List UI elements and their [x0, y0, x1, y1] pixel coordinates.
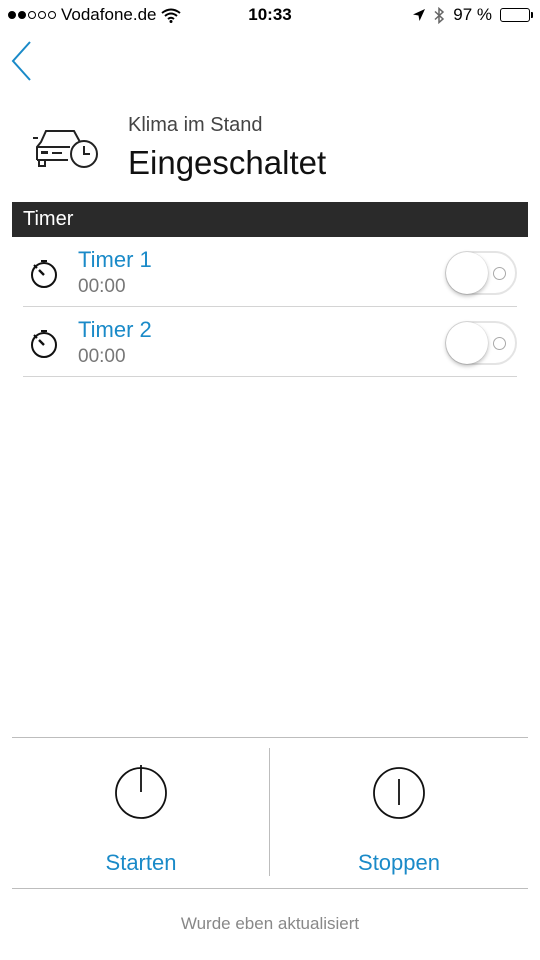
update-status: Wurde eben aktualisiert [180, 914, 360, 933]
timer-time: 00:00 [78, 346, 126, 367]
status-bar: Vodafone.de 10:33 97 % [0, 0, 540, 30]
timer-name: Timer 1 [78, 247, 152, 272]
header-title: Eingeschaltet [128, 144, 327, 181]
stop-button[interactable]: Stoppen [270, 740, 528, 886]
stopwatch-icon [31, 330, 57, 358]
stopwatch-icon [31, 260, 57, 288]
toggle-knob [446, 252, 488, 294]
chevron-left-icon [11, 41, 31, 81]
toggle-off-indicator [493, 337, 506, 350]
timer-row-2[interactable]: Timer 2 00:00 [23, 307, 517, 377]
battery-icon [500, 8, 533, 22]
stop-label: Stoppen [358, 850, 440, 875]
timer-1-toggle[interactable] [445, 251, 517, 295]
actions-divider-top [12, 737, 528, 738]
timer-row-1[interactable]: Timer 1 00:00 [23, 237, 517, 307]
start-button[interactable]: Starten [12, 740, 270, 886]
toggle-knob [446, 322, 488, 364]
header-subtitle: Klima im Stand [128, 114, 263, 136]
battery-percentage: 97 % [453, 5, 492, 24]
car-clock-icon [33, 130, 98, 168]
location-arrow-icon [413, 9, 426, 21]
start-label: Starten [105, 850, 177, 875]
timer-time: 00:00 [78, 276, 126, 297]
timer-name: Timer 2 [78, 317, 152, 342]
bluetooth-icon [434, 6, 445, 24]
stop-icon [373, 767, 425, 819]
section-header-timer: Timer [12, 202, 528, 237]
back-button[interactable] [8, 38, 38, 84]
power-icon [115, 765, 167, 819]
status-bar-right: 97 % [412, 5, 533, 25]
actions-divider-bottom [12, 888, 528, 889]
toggle-off-indicator [493, 267, 506, 280]
timer-2-toggle[interactable] [445, 321, 517, 365]
